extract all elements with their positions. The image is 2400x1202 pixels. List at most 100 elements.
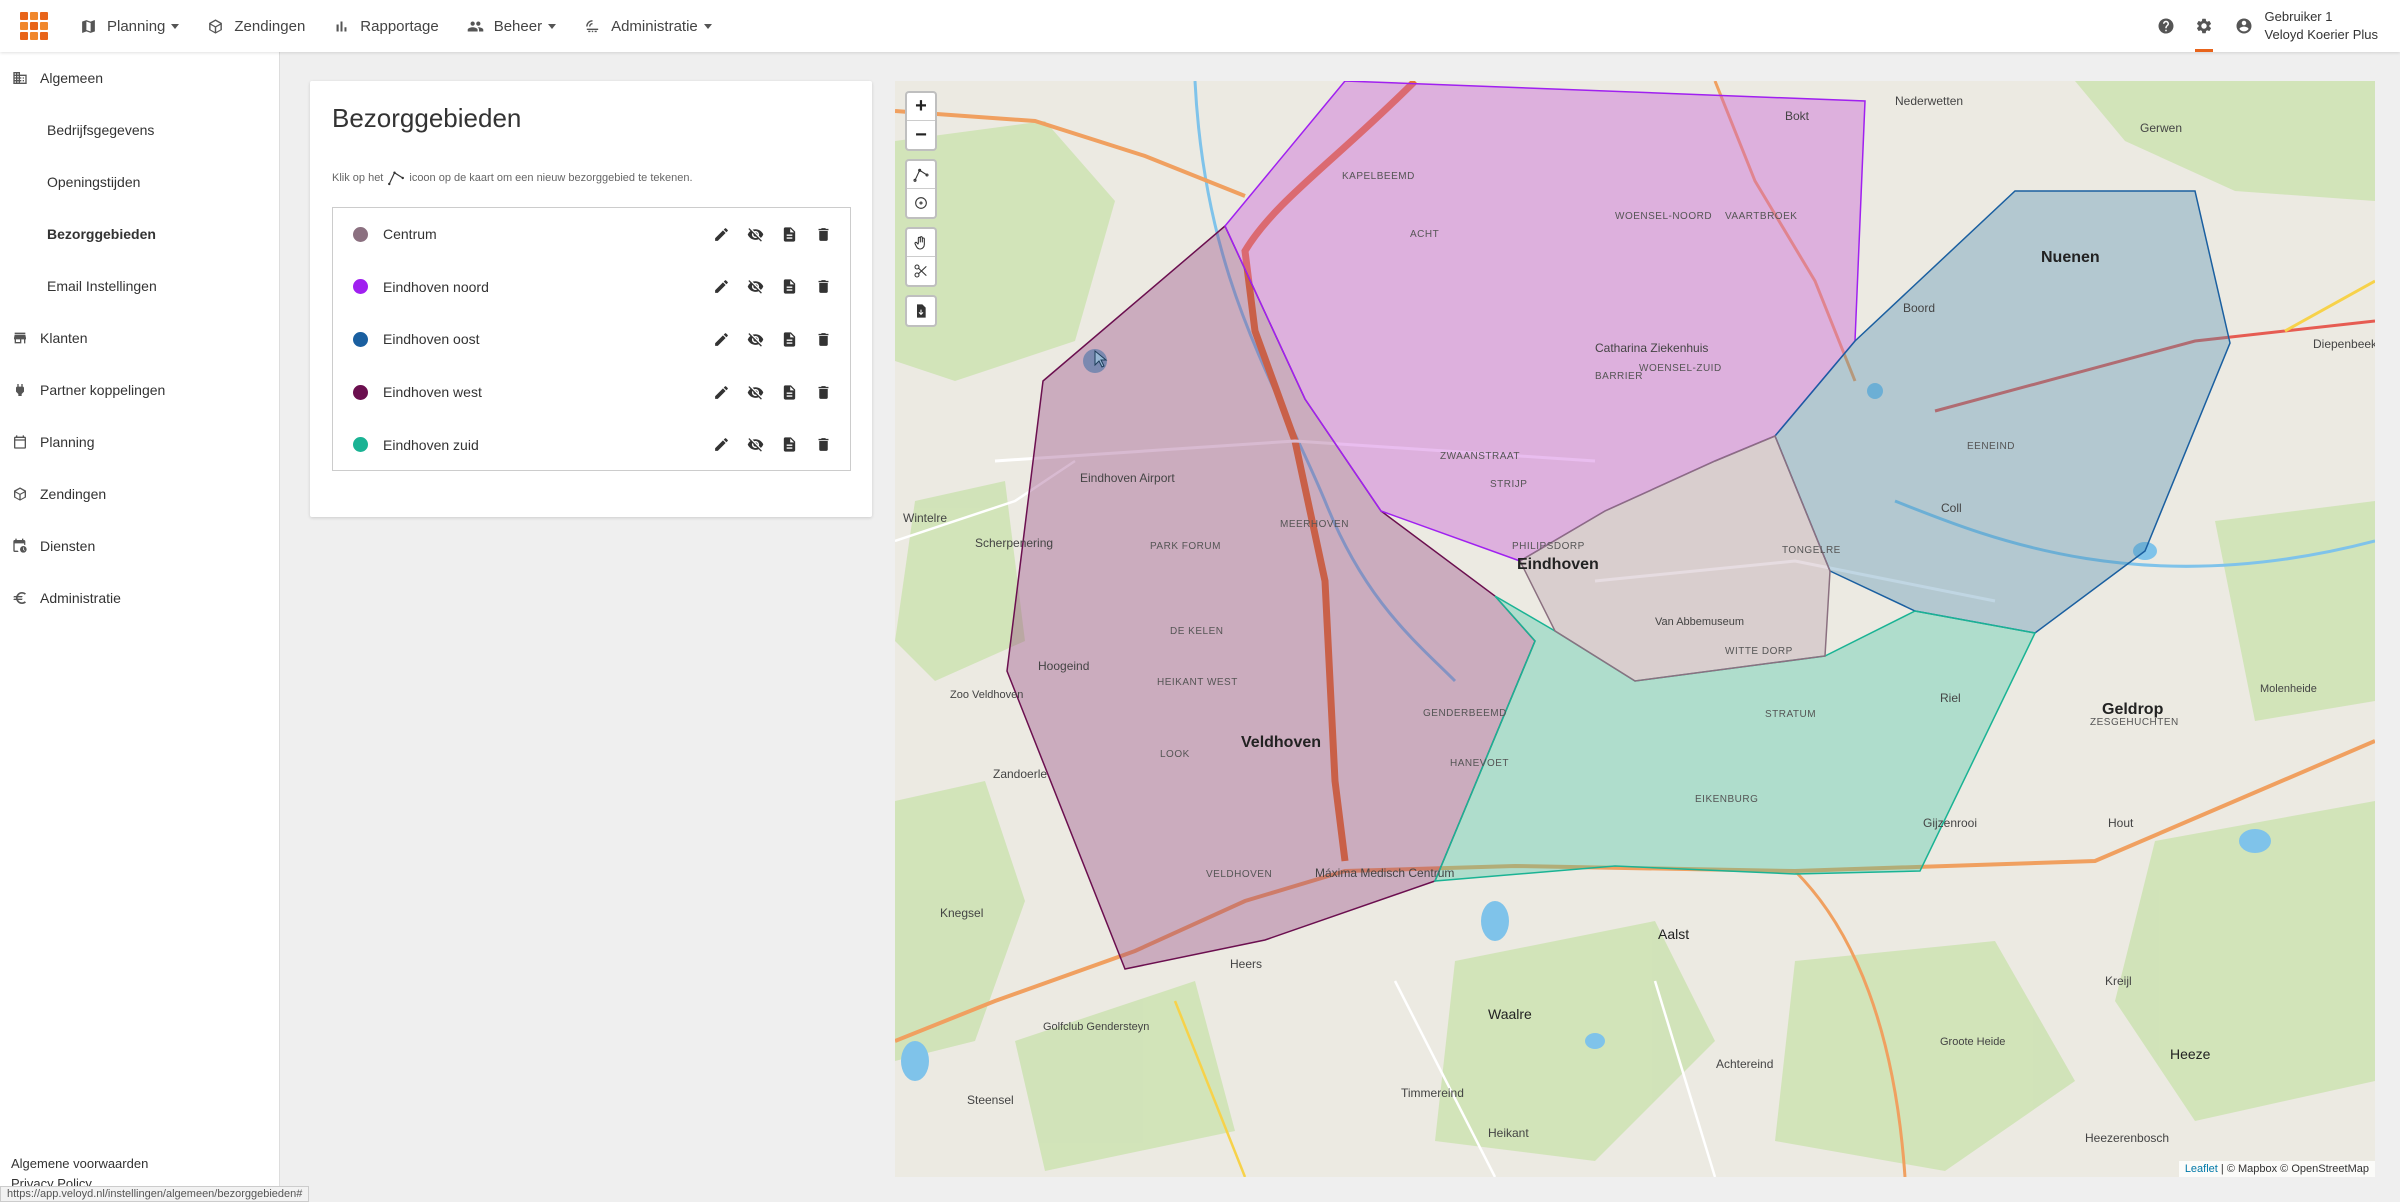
app-logo-icon[interactable] <box>20 12 48 40</box>
zoom-in-button[interactable]: + <box>907 93 935 121</box>
terms-link[interactable]: Algemene voorwaarden <box>11 1154 148 1174</box>
sidebar-item-algemeen[interactable]: Algemeen <box>0 52 279 104</box>
box-icon <box>14 487 26 501</box>
map-canvas[interactable] <box>895 81 2375 1177</box>
import-file-button[interactable] <box>907 297 935 325</box>
zone-row-eindhoven-noord[interactable]: Eindhoven noord <box>333 261 850 314</box>
sidebar-item-klanten[interactable]: Klanten <box>0 312 279 364</box>
sidebar-item-label: Administratie <box>40 590 121 606</box>
chevron-down-icon <box>171 23 180 29</box>
nav-administratie[interactable]: Administratie <box>570 0 726 52</box>
delivery-zones-panel: Bezorggebieden Klik op het icoon op de k… <box>310 81 872 517</box>
sidebar-item-planning[interactable]: Planning <box>0 416 279 468</box>
store-icon <box>14 332 26 344</box>
sidebar-sub-bedrijfsgegevens[interactable]: Bedrijfsgegevens <box>0 104 279 156</box>
delete-icon[interactable] <box>814 278 832 296</box>
edit-icon[interactable] <box>712 383 730 401</box>
delete-icon[interactable] <box>814 330 832 348</box>
nav-zendingen-label: Zendingen <box>234 17 306 35</box>
zone-name: Eindhoven west <box>383 384 482 401</box>
sidebar-sub-openingstijden[interactable]: Openingstijden <box>0 156 279 208</box>
browser-status-url: https://app.veloyd.nl/instellingen/algem… <box>0 1186 310 1202</box>
sidebar-item-administratie[interactable]: Administratie <box>0 572 279 624</box>
hint-text-before: Klik op het <box>332 172 384 184</box>
leaflet-link[interactable]: Leaflet <box>2185 1163 2218 1175</box>
scissors-icon <box>914 264 927 278</box>
sidebar-item-label: Klanten <box>40 330 88 346</box>
zoom-controls: + − <box>905 91 937 151</box>
edit-icon[interactable] <box>712 278 730 296</box>
chevron-down-icon <box>703 23 712 29</box>
circle-draw-icon <box>915 197 927 209</box>
import-controls <box>905 295 937 327</box>
delete-icon[interactable] <box>814 383 832 401</box>
nav-beheer[interactable]: Beheer <box>453 0 570 52</box>
zone-row-eindhoven-west[interactable]: Eindhoven west <box>333 366 850 419</box>
zone-color-dot <box>353 331 368 347</box>
sidebar-item-label: Algemeen <box>40 70 104 86</box>
sidebar-sub-bezorggebieden[interactable]: Bezorggebieden <box>0 208 279 260</box>
zone-row-eindhoven-oost[interactable]: Eindhoven oost <box>333 313 850 366</box>
zone-color-dot <box>353 437 368 453</box>
help-icon <box>2158 18 2174 34</box>
zone-row-eindhoven-zuid[interactable]: Eindhoven zuid <box>333 418 850 471</box>
calendar-icon <box>14 435 26 449</box>
nav-rapportage[interactable]: Rapportage <box>319 0 452 52</box>
edit-icon[interactable] <box>712 330 730 348</box>
draw-controls <box>905 159 937 219</box>
zone-color-dot <box>353 226 368 242</box>
sidebar-item-label: Diensten <box>40 538 96 554</box>
zone-name: Centrum <box>383 226 437 243</box>
visibility-off-icon[interactable] <box>746 330 764 348</box>
export-file-icon[interactable] <box>780 278 798 296</box>
edit-controls <box>905 227 937 287</box>
visibility-off-icon[interactable] <box>746 436 764 454</box>
map-view[interactable]: Eindhoven Veldhoven Nuenen Geldrop Aalst… <box>895 81 2375 1177</box>
sidebar-item-partner-koppelingen[interactable]: Partner koppelingen <box>0 364 279 416</box>
draw-hint: Klik op het icoon op de kaart om een nie… <box>332 169 693 187</box>
visibility-off-icon[interactable] <box>746 225 764 243</box>
hint-text-after: icoon op de kaart om een nieuw bezorggeb… <box>409 172 693 184</box>
user-menu[interactable]: Gebruiker 1 Veloyd Koerier Plus <box>2223 8 2400 44</box>
polygon-draw-icon <box>913 168 929 182</box>
zone-color-dot <box>353 279 368 295</box>
draw-circle-button[interactable] <box>907 189 935 217</box>
sidebar-item-zendingen[interactable]: Zendingen <box>0 468 279 520</box>
visibility-off-icon[interactable] <box>746 278 764 296</box>
drag-mode-button[interactable] <box>907 229 935 257</box>
chevron-down-icon <box>548 23 557 29</box>
drag-hand-icon <box>914 235 925 250</box>
sidebar-item-label: Planning <box>40 434 95 450</box>
edit-icon[interactable] <box>712 225 730 243</box>
sidebar-sub-email-instellingen[interactable]: Email Instellingen <box>0 260 279 312</box>
zone-name: Eindhoven noord <box>383 278 489 295</box>
nav-zendingen[interactable]: Zendingen <box>193 0 319 52</box>
bar-chart-icon <box>336 21 347 31</box>
zone-color-dot <box>353 384 368 400</box>
sidebar-item-diensten[interactable]: Diensten <box>0 520 279 572</box>
delete-icon[interactable] <box>814 436 832 454</box>
admin-icon <box>586 19 599 32</box>
export-file-icon[interactable] <box>780 383 798 401</box>
file-import-icon <box>917 304 926 318</box>
visibility-off-icon[interactable] <box>746 383 764 401</box>
export-file-icon[interactable] <box>780 225 798 243</box>
cut-mode-button[interactable] <box>907 257 935 285</box>
gear-icon <box>2196 18 2211 34</box>
euro-icon <box>13 592 26 604</box>
delete-icon[interactable] <box>814 225 832 243</box>
zoom-out-button[interactable]: − <box>907 121 935 149</box>
drag-handle[interactable] <box>1083 349 1107 373</box>
draw-polygon-button[interactable] <box>907 161 935 189</box>
attribution-text: | © Mapbox © OpenStreetMap <box>2220 1163 2369 1175</box>
help-button[interactable] <box>2147 0 2185 52</box>
edit-icon[interactable] <box>712 436 730 454</box>
zone-list: Centrum Eindhoven noord Eindhoven oost E… <box>332 207 851 471</box>
export-file-icon[interactable] <box>780 436 798 454</box>
export-file-icon[interactable] <box>780 330 798 348</box>
zone-row-centrum[interactable]: Centrum <box>333 208 850 261</box>
settings-button[interactable] <box>2185 0 2223 52</box>
sidebar: Algemeen Bedrijfsgegevens Openingstijden… <box>0 52 280 1202</box>
calendar-clock-icon <box>13 538 27 553</box>
nav-planning[interactable]: Planning <box>66 0 193 52</box>
